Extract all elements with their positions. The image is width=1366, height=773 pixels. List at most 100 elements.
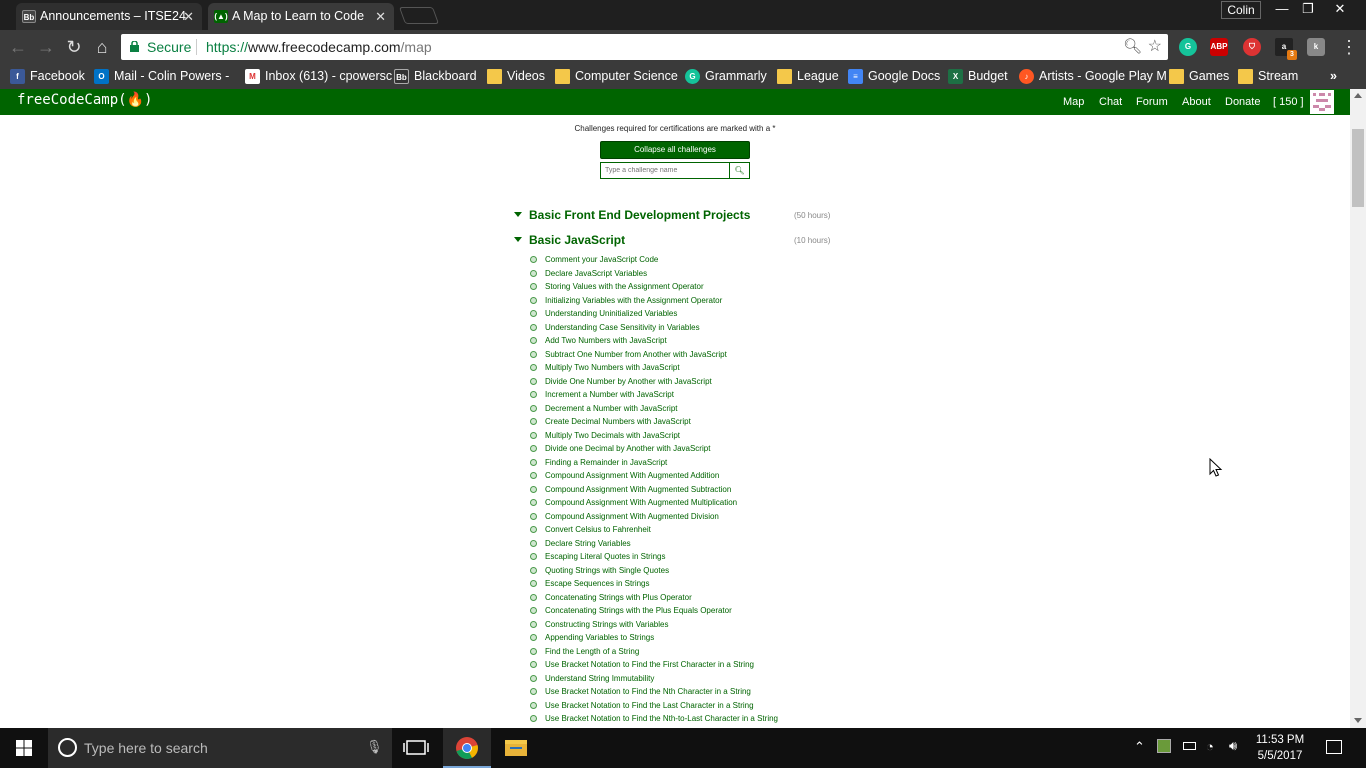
challenge-item[interactable]: Finding a Remainder in JavaScript — [529, 456, 929, 470]
nav-points[interactable]: [ 150 ] — [1273, 96, 1304, 108]
challenge-item[interactable]: Declare JavaScript Variables — [529, 267, 929, 281]
avatar[interactable] — [1310, 90, 1334, 114]
challenge-item[interactable]: Divide one Decimal by Another with JavaS… — [529, 442, 929, 456]
action-center-icon[interactable] — [1326, 740, 1342, 754]
new-tab-button[interactable] — [398, 7, 440, 24]
challenge-item[interactable]: Multiply Two Decimals with JavaScript — [529, 429, 929, 443]
nav-forum[interactable]: Forum — [1136, 96, 1168, 108]
zoom-icon[interactable]: 🔍︎ — [1123, 34, 1142, 60]
challenge-item[interactable]: Understanding Case Sensitivity in Variab… — [529, 321, 929, 335]
bookmark-google-docs[interactable]: ≡ Google Docs — [848, 68, 940, 85]
scroll-down-icon[interactable] — [1354, 718, 1362, 723]
microphone-icon[interactable]: 🎙︎ — [366, 739, 383, 755]
challenge-item[interactable]: Compound Assignment With Augmented Multi… — [529, 496, 929, 510]
bookmark-folder-videos[interactable]: Videos — [487, 68, 545, 85]
task-view-button[interactable] — [392, 728, 440, 768]
bookmark-grammarly[interactable]: G Grammarly — [685, 68, 767, 85]
challenge-item[interactable]: Constructing Strings with Variables — [529, 618, 929, 632]
bookmark-folder-stream[interactable]: Stream — [1238, 68, 1298, 85]
page-scrollbar[interactable] — [1350, 89, 1366, 728]
challenge-item[interactable]: Initializing Variables with the Assignme… — [529, 294, 929, 308]
ublock-icon[interactable]: ⛉ — [1243, 38, 1261, 56]
battery-icon[interactable] — [1183, 742, 1196, 750]
challenge-item[interactable]: Use Bracket Notation to Find the Last Ch… — [529, 699, 929, 713]
reload-button[interactable]: ↻ — [63, 36, 85, 58]
taskbar-chrome[interactable] — [443, 728, 491, 768]
address-bar[interactable]: Secure https://www.freecodecamp.com/map … — [121, 34, 1168, 60]
scrollbar-thumb[interactable] — [1352, 129, 1364, 207]
challenge-item[interactable]: Understanding Uninitialized Variables — [529, 307, 929, 321]
bookmark-mail[interactable]: O Mail - Colin Powers - — [94, 68, 229, 85]
challenge-item[interactable]: Subtract One Number from Another with Ja… — [529, 348, 929, 362]
volume-icon[interactable]: 🔊︎ — [1229, 738, 1237, 754]
scroll-up-icon[interactable] — [1354, 93, 1362, 98]
challenge-search-input[interactable] — [605, 165, 725, 176]
challenge-item[interactable]: Escaping Literal Quotes in Strings — [529, 550, 929, 564]
bookmark-budget[interactable]: X Budget — [948, 68, 1008, 85]
challenge-item[interactable]: Concatenating Strings with the Plus Equa… — [529, 604, 929, 618]
restore-button[interactable]: ❐ — [1294, 0, 1322, 20]
challenge-item[interactable]: Convert Celsius to Fahrenheit — [529, 523, 929, 537]
window-close-button[interactable]: ✕ — [1326, 0, 1354, 20]
challenge-item[interactable]: Add Two Numbers with JavaScript — [529, 334, 929, 348]
challenge-item[interactable]: Comment your JavaScript Code — [529, 253, 929, 267]
challenge-item[interactable]: Understand String Immutability — [529, 672, 929, 686]
bookmark-facebook[interactable]: f Facebook — [10, 68, 85, 85]
challenge-item[interactable]: Quoting Strings with Single Quotes — [529, 564, 929, 578]
section-basic-javascript[interactable]: Basic JavaScript (10 hours) — [514, 233, 844, 249]
collapse-all-button[interactable]: Collapse all challenges — [600, 141, 750, 159]
bookmark-folder-league[interactable]: League — [777, 68, 839, 85]
tab-freecodecamp-map[interactable]: (▲) A Map to Learn to Code ✕ — [208, 3, 394, 30]
section-basic-front-end-projects[interactable]: Basic Front End Development Projects (50… — [514, 208, 844, 224]
start-button[interactable] — [0, 728, 48, 768]
tray-overflow-icon[interactable]: ⌃ — [1134, 739, 1145, 755]
chrome-menu-icon[interactable]: ⋮ — [1338, 36, 1360, 58]
challenge-item[interactable]: Use Bracket Notation to Find the Nth-to-… — [529, 712, 929, 726]
challenge-item[interactable]: Declare String Variables — [529, 537, 929, 551]
close-icon[interactable]: ✕ — [375, 3, 386, 30]
bookmark-star-icon[interactable]: ☆ — [1148, 34, 1162, 60]
challenge-item[interactable]: Create Decimal Numbers with JavaScript — [529, 415, 929, 429]
bookmark-folder-computer-science[interactable]: Computer Science — [555, 68, 678, 85]
url-text[interactable]: https://www.freecodecamp.com/map — [206, 34, 432, 60]
minimize-button[interactable]: — — [1268, 0, 1296, 20]
bookmark-inbox[interactable]: M Inbox (613) - cpowersc — [245, 68, 392, 85]
forward-button[interactable]: → — [35, 36, 57, 58]
taskbar-search[interactable]: Type here to search 🎙︎ — [48, 728, 392, 768]
nav-about[interactable]: About — [1182, 96, 1211, 108]
nav-map[interactable]: Map — [1063, 96, 1084, 108]
challenge-item[interactable]: Decrement a Number with JavaScript — [529, 402, 929, 416]
challenge-item[interactable]: Divide One Number by Another with JavaSc… — [529, 375, 929, 389]
challenge-item[interactable]: Storing Values with the Assignment Opera… — [529, 280, 929, 294]
challenge-item[interactable]: Escape Sequences in Strings — [529, 577, 929, 591]
profile-button[interactable]: Colin — [1221, 1, 1261, 19]
tab-announcements[interactable]: Bb Announcements – ITSE24 ✕ — [16, 3, 202, 30]
system-clock[interactable]: 11:53 PM 5/5/2017 — [1252, 732, 1308, 764]
challenge-item[interactable]: Increment a Number with JavaScript — [529, 388, 929, 402]
bookmark-blackboard[interactable]: Bb Blackboard — [394, 68, 477, 85]
site-logo[interactable]: freeCodeCamp(🔥) — [17, 92, 152, 108]
nav-donate[interactable]: Donate — [1225, 96, 1260, 108]
taskbar-file-explorer[interactable] — [492, 728, 540, 768]
challenge-item[interactable]: Compound Assignment With Augmented Divis… — [529, 510, 929, 524]
close-icon[interactable]: ✕ — [183, 3, 194, 30]
bookmark-folder-games[interactable]: Games — [1169, 68, 1229, 85]
search-icon[interactable]: 🔍︎ — [729, 163, 749, 178]
challenge-item[interactable]: Find the Length of a String — [529, 645, 929, 659]
back-button[interactable]: ← — [7, 36, 29, 58]
nav-chat[interactable]: Chat — [1099, 96, 1122, 108]
challenge-item[interactable]: Compound Assignment With Augmented Addit… — [529, 469, 929, 483]
challenge-item[interactable]: Use Bracket Notation to Find the First C… — [529, 658, 929, 672]
bookmarks-overflow-icon[interactable]: » — [1330, 68, 1337, 85]
bookmark-artists[interactable]: ♪ Artists - Google Play M — [1019, 68, 1167, 85]
challenge-item[interactable]: Multiply Two Numbers with JavaScript — [529, 361, 929, 375]
challenge-item[interactable]: Concatenating Strings with Plus Operator — [529, 591, 929, 605]
challenge-item[interactable]: Use Bracket Notation to Find the Nth Cha… — [529, 685, 929, 699]
challenge-item[interactable]: Compound Assignment With Augmented Subtr… — [529, 483, 929, 497]
grammarly-extension-icon[interactable]: G — [1179, 38, 1197, 56]
adblock-plus-icon[interactable]: ABP — [1210, 38, 1228, 56]
extension-icon[interactable]: k — [1307, 38, 1325, 56]
nvidia-tray-icon[interactable] — [1157, 739, 1171, 753]
home-button[interactable]: ⌂ — [91, 36, 113, 58]
challenge-item[interactable]: Appending Variables to Strings — [529, 631, 929, 645]
